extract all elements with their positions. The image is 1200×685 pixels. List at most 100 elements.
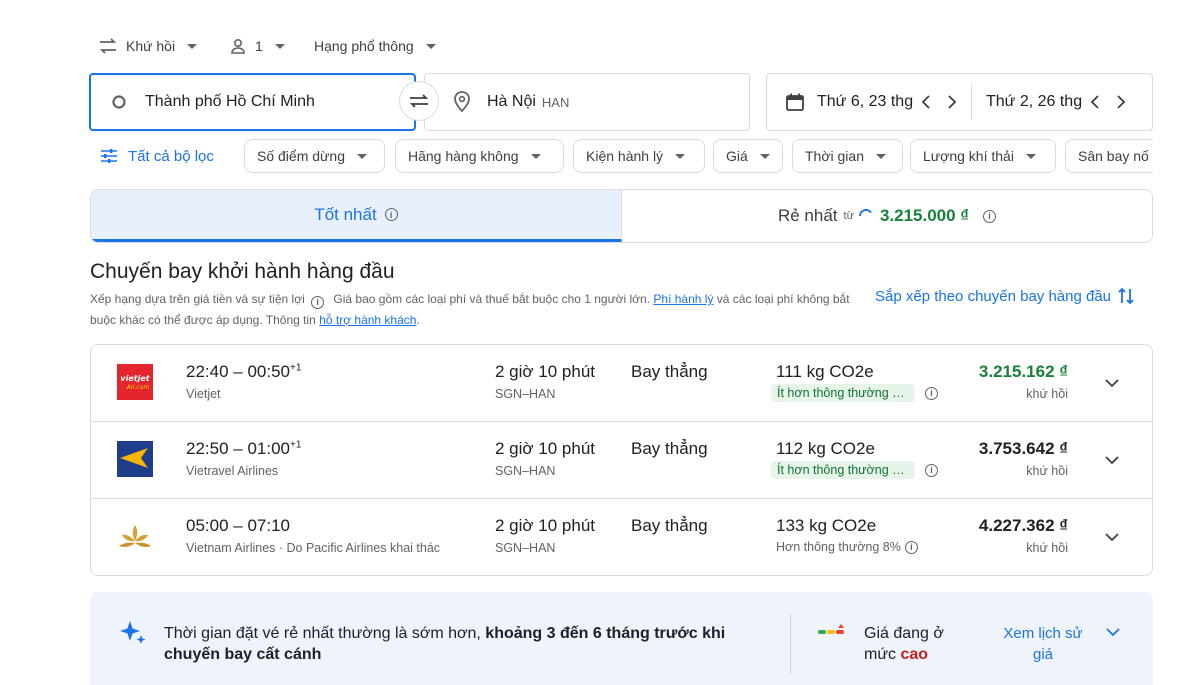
return-date[interactable]: Thứ 2, 26 thg bbox=[986, 93, 1082, 111]
emissions-note: Hơn thông thường 8% i bbox=[771, 537, 918, 557]
chevron-down-icon bbox=[187, 43, 198, 49]
expand-button[interactable] bbox=[1100, 371, 1124, 395]
flight-row[interactable]: 05:00 – 07:10 Vietnam Airlines · Do Paci… bbox=[91, 499, 1152, 575]
location-pin-icon bbox=[454, 91, 470, 113]
chevron-down-icon bbox=[530, 153, 541, 159]
destination-field[interactable]: Hà Nội HAN bbox=[424, 73, 750, 131]
expand-button[interactable] bbox=[1100, 448, 1124, 472]
flight-time-range: 22:40 – 00:50 bbox=[186, 362, 290, 381]
flight-price: 4.227.362 ₫ bbox=[978, 516, 1068, 535]
co2-emissions: 133 kg CO2e bbox=[776, 516, 877, 535]
passenger-assistance-link[interactable]: hỗ trợ hành khách bbox=[319, 313, 416, 327]
vietnam-airlines-logo bbox=[116, 517, 154, 555]
date-fields: Thứ 6, 23 thg Thứ 2, 26 thg bbox=[766, 73, 1153, 131]
chevron-down-icon bbox=[675, 153, 686, 159]
filter-airlines[interactable]: Hãng hàng không bbox=[395, 139, 564, 173]
flight-row[interactable]: 22:50 – 01:00+1 Vietravel Airlines 2 giờ… bbox=[91, 422, 1152, 499]
expand-button[interactable] bbox=[1100, 525, 1124, 549]
price-type: khứ hồi bbox=[1026, 541, 1068, 555]
price-type: khứ hồi bbox=[1026, 464, 1068, 478]
sort-icon bbox=[1118, 287, 1134, 305]
chevron-down-icon[interactable] bbox=[1106, 628, 1120, 637]
flight-stops: Bay thẳng bbox=[631, 362, 708, 381]
chevron-down-icon bbox=[425, 43, 436, 49]
info-icon[interactable]: i bbox=[904, 540, 918, 554]
sort-tabs: Tốt nhất i Rẻ nhất từ 3.215.000 ₫ i bbox=[90, 189, 1153, 243]
chevron-down-icon bbox=[759, 153, 770, 159]
chevron-down-icon bbox=[274, 43, 285, 49]
sparkle-icon bbox=[120, 621, 146, 644]
chevron-down-icon bbox=[1025, 153, 1036, 159]
trip-type-label: Khứ hồi bbox=[126, 38, 176, 54]
return-prev-button[interactable] bbox=[1082, 89, 1108, 115]
ranking-note: Xếp hạng dựa trên giá tiền và sự tiện lợ… bbox=[90, 292, 305, 306]
chevron-down-icon bbox=[876, 153, 886, 159]
depart-next-button[interactable] bbox=[939, 89, 965, 115]
flight-row[interactable]: vietjet Air.com 22:40 – 00:50+1 Vietjet 2… bbox=[91, 345, 1152, 422]
svg-text:Air.com: Air.com bbox=[126, 384, 150, 391]
tab-cheapest-label: Rẻ nhất bbox=[777, 206, 838, 225]
filter-baggage-label: Kiện hành lý bbox=[586, 148, 664, 164]
sort-label: Sắp xếp theo chuyến bay hàng đầu bbox=[875, 287, 1112, 305]
info-icon[interactable]: i bbox=[384, 208, 398, 221]
flight-results-list: vietjet Air.com 22:40 – 00:50+1 Vietjet 2… bbox=[90, 344, 1153, 576]
swap-icon bbox=[409, 94, 429, 108]
loading-spinner-icon bbox=[858, 208, 872, 217]
info-icon[interactable]: i bbox=[925, 386, 938, 400]
chevron-right-icon bbox=[948, 95, 957, 109]
origin-field[interactable]: Thành phố Hồ Chí Minh bbox=[89, 73, 416, 131]
filter-times[interactable]: Thời gian bbox=[792, 139, 903, 173]
depart-prev-button[interactable] bbox=[913, 89, 939, 115]
price-insight-banner: Thời gian đặt vé rẻ nhất thường là sớm h… bbox=[90, 592, 1153, 685]
filter-stops[interactable]: Số điểm dừng bbox=[244, 139, 385, 173]
booking-tip-prefix: Thời gian đặt vé rẻ nhất thường là sớm h… bbox=[164, 625, 481, 642]
price-level: Giá đang ở mức cao bbox=[864, 623, 964, 665]
airline-name: Vietnam Airlines · Do Pacific Airlines k… bbox=[186, 541, 441, 555]
filter-stops-label: Số điểm dừng bbox=[257, 148, 345, 164]
swap-button[interactable] bbox=[399, 81, 439, 121]
passengers-select[interactable]: 1 bbox=[229, 34, 285, 58]
svg-text:vietjet: vietjet bbox=[120, 374, 150, 383]
tab-best[interactable]: Tốt nhất i bbox=[91, 190, 622, 242]
price-history-link[interactable]: Xem lịch sử giá bbox=[995, 623, 1091, 665]
calendar-icon bbox=[786, 93, 804, 111]
info-icon[interactable]: i bbox=[925, 463, 938, 477]
vietravel-airlines-logo bbox=[116, 440, 154, 478]
depart-date[interactable]: Thứ 6, 23 thg bbox=[817, 93, 913, 111]
airline-name: Vietjet bbox=[186, 387, 221, 401]
person-icon bbox=[231, 38, 245, 54]
tab-cheapest[interactable]: Rẻ nhất từ 3.215.000 ₫ i bbox=[622, 190, 1152, 242]
filter-price[interactable]: Giá bbox=[713, 139, 783, 173]
filter-price-label: Giá bbox=[726, 148, 748, 164]
info-icon[interactable]: i bbox=[983, 209, 997, 223]
baggage-fees-link[interactable]: Phí hành lý bbox=[653, 292, 713, 306]
airline-name: Vietravel Airlines bbox=[186, 464, 279, 478]
sort-button[interactable]: Sắp xếp theo chuyến bay hàng đầu bbox=[875, 286, 1135, 306]
flight-time-range: 05:00 – 07:10 bbox=[186, 516, 290, 535]
flight-route: SGN–HAN bbox=[495, 387, 556, 401]
destination-code: HAN bbox=[541, 94, 570, 110]
booking-tip: Thời gian đặt vé rẻ nhất thường là sớm h… bbox=[164, 623, 774, 665]
day-offset: +1 bbox=[289, 362, 302, 374]
all-filters-button[interactable]: Tất cả bộ lọc bbox=[100, 139, 214, 173]
section-title: Chuyến bay khởi hành hàng đầu bbox=[90, 260, 395, 283]
flight-duration: 2 giờ 10 phút bbox=[495, 362, 595, 381]
filter-times-label: Thời gian bbox=[805, 148, 864, 164]
filter-connecting-airports[interactable]: Sân bay nố bbox=[1065, 139, 1153, 173]
passenger-count: 1 bbox=[255, 38, 263, 54]
price-level-icon bbox=[818, 624, 844, 634]
co2-emissions: 112 kg CO2e bbox=[776, 439, 875, 458]
cabin-class-select[interactable]: Hạng phổ thông bbox=[314, 34, 436, 58]
price-type: khứ hồi bbox=[1026, 387, 1068, 401]
filter-baggage[interactable]: Kiện hành lý bbox=[573, 139, 705, 173]
chevron-left-icon bbox=[921, 95, 930, 109]
info-icon[interactable]: i bbox=[311, 296, 325, 309]
emissions-note: Ít hơn thông thường 5% i bbox=[771, 460, 938, 480]
flight-duration: 2 giờ 10 phút bbox=[495, 516, 595, 535]
chevron-left-icon bbox=[1090, 95, 1099, 109]
co2-emissions: 111 kg CO2e bbox=[776, 362, 874, 381]
filter-emissions[interactable]: Lượng khí thải bbox=[910, 139, 1056, 173]
trip-type-select[interactable]: Khứ hồi bbox=[98, 34, 198, 58]
return-next-button[interactable] bbox=[1108, 89, 1134, 115]
cheapest-price: 3.215.000 ₫ bbox=[879, 206, 970, 225]
